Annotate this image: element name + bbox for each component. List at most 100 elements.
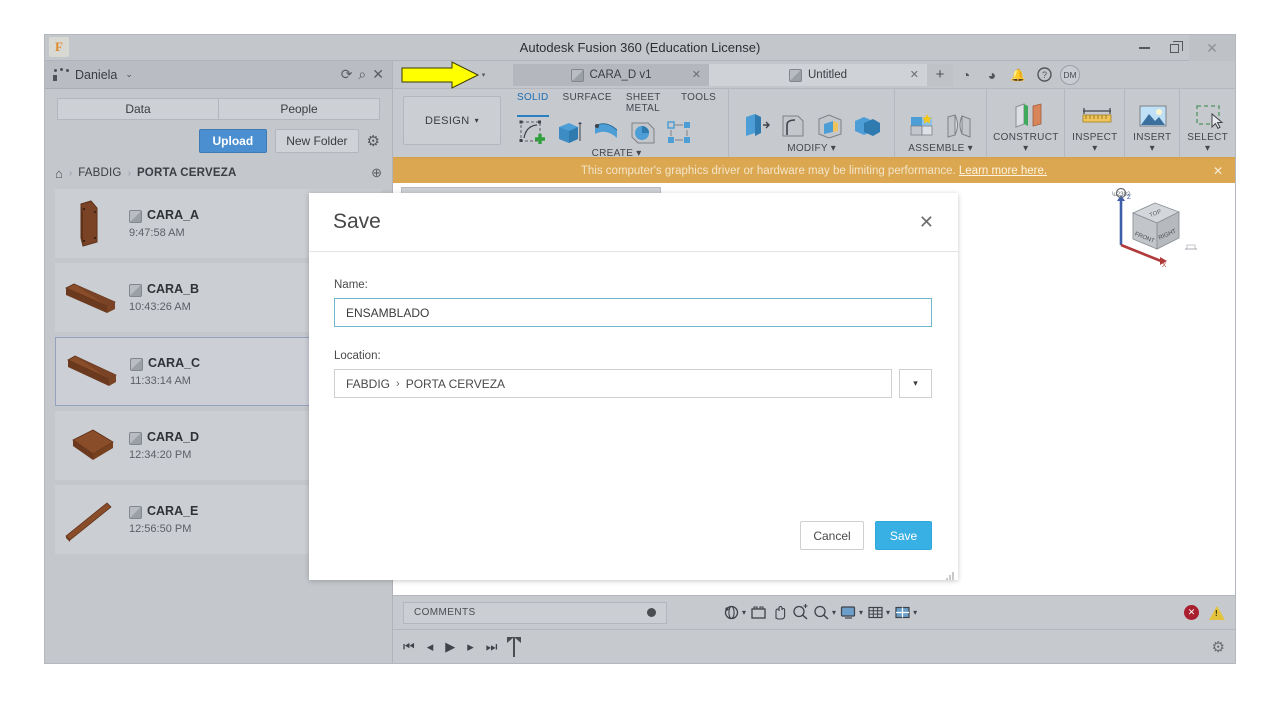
timeline-last-button[interactable]: ⏭ [486, 639, 498, 655]
close-icon[interactable]: ✕ [910, 68, 919, 81]
fillet-icon[interactable] [778, 111, 808, 141]
look-at-icon[interactable] [750, 604, 767, 621]
redo-button[interactable]: ↷ [456, 65, 478, 85]
timeline-prev-button[interactable]: ◂ [427, 639, 434, 655]
close-panel-icon[interactable]: ✕ [372, 66, 384, 83]
data-panel-settings-icon[interactable]: ⚙ [367, 132, 380, 150]
name-input[interactable] [334, 298, 932, 327]
display-settings-icon[interactable]: ▾ [840, 604, 863, 621]
error-badge-icon[interactable]: ✕ [1184, 605, 1199, 620]
maximize-button[interactable] [1159, 35, 1189, 61]
ribbon-group-label-modify[interactable]: MODIFY ▾ [735, 143, 888, 157]
orbit-icon[interactable]: ▾ [723, 604, 746, 621]
banner-learn-more-link[interactable]: Learn more here. [959, 165, 1047, 177]
avatar[interactable]: DM [1060, 64, 1080, 85]
joint-icon[interactable] [944, 111, 974, 141]
ribbon-group-label-insert[interactable]: INSERT ▾ [1131, 132, 1173, 157]
document-tab-label: Untitled [808, 68, 847, 81]
new-document-tab-button[interactable]: + [927, 63, 953, 86]
globe-icon[interactable]: ⊕ [371, 165, 382, 181]
location-input[interactable]: FABDIG › PORTA CERVEZA [334, 369, 892, 398]
job-status-icon[interactable]: ◔ [953, 64, 979, 86]
tab-tools[interactable]: TOOLS [681, 92, 716, 117]
ribbon-group-label-construct[interactable]: CONSTRUCT ▾ [993, 132, 1058, 157]
view-cube[interactable]: \u2302 Z X TOP FRONT RIGHT [1103, 187, 1203, 271]
help-icon[interactable]: ? [1031, 64, 1057, 86]
file-thumbnail [63, 198, 119, 250]
undo-button[interactable]: ↶ [423, 65, 445, 85]
tab-sheet-metal[interactable]: SHEET METAL [626, 92, 667, 117]
dialog-resize-handle[interactable] [946, 568, 955, 580]
insert-image-icon[interactable] [1137, 102, 1167, 132]
close-window-button[interactable]: ✕ [1189, 35, 1235, 61]
close-icon[interactable]: ✕ [692, 68, 701, 81]
save-button[interactable] [401, 65, 423, 85]
sweep-icon[interactable] [628, 118, 658, 148]
redo-dropdown-icon[interactable]: ▾ [478, 65, 489, 85]
timeline-settings-icon[interactable]: ⚙ [1212, 638, 1225, 656]
zoom-icon[interactable]: ▾ [813, 604, 836, 621]
close-icon[interactable]: ✕ [919, 212, 934, 233]
extrude-icon[interactable] [554, 118, 584, 148]
location-row: FABDIG › PORTA CERVEZA ▾ [334, 369, 933, 398]
save-button[interactable]: Save [875, 521, 932, 550]
revolve-icon[interactable] [591, 118, 621, 148]
pan-icon[interactable] [771, 604, 788, 621]
tab-data[interactable]: Data [57, 98, 219, 120]
upload-button[interactable]: Upload [198, 129, 268, 153]
file-title-row: CARA_D [129, 430, 199, 445]
create-icons [511, 118, 722, 148]
comments-panel[interactable]: COMMENTS [403, 601, 667, 624]
part-preview-c-icon [67, 355, 117, 386]
document-tab-untitled[interactable]: Untitled ✕ [709, 63, 927, 86]
select-window-icon[interactable] [1193, 102, 1223, 132]
cancel-button[interactable]: Cancel [800, 521, 864, 550]
tab-surface[interactable]: SURFACE [563, 92, 612, 117]
component-cube-icon [129, 209, 142, 223]
document-tab-label: CARA_D v1 [589, 68, 652, 81]
timeline-play-button[interactable]: ▶ [445, 639, 455, 655]
pattern-icon[interactable] [665, 118, 695, 148]
breadcrumb-item-folder[interactable]: PORTA CERVEZA [137, 167, 237, 179]
breadcrumb-item-project[interactable]: FABDIG [78, 167, 121, 179]
file-timestamp: 11:33:14 AM [130, 375, 191, 387]
viewports-icon[interactable]: ▾ [894, 604, 917, 621]
component-cube-icon [129, 505, 142, 519]
new-folder-button[interactable]: New Folder [275, 129, 359, 153]
document-tab-cara-d[interactable]: CARA_D v1 ✕ [513, 63, 709, 86]
location-dropdown-button[interactable]: ▾ [899, 369, 932, 398]
grid-and-snaps-icon[interactable]: ▾ [867, 604, 890, 621]
timeline-next-button[interactable]: ▸ [467, 639, 474, 655]
refresh-icon[interactable]: ⟳ [341, 66, 353, 83]
timeline-first-button[interactable]: ⏮ [403, 639, 415, 655]
file-timestamp: 12:56:50 PM [129, 523, 192, 535]
undo-dropdown-icon[interactable]: ▾ [445, 65, 456, 85]
workspace-selector[interactable]: DESIGN ▾ [403, 96, 501, 145]
warning-badge-icon[interactable] [1209, 605, 1225, 620]
search-icon[interactable]: ⌕ [358, 66, 366, 83]
current-user-label[interactable]: Daniela [75, 68, 117, 82]
ribbon-group-label-select[interactable]: SELECT ▾ [1186, 132, 1229, 157]
press-pull-icon[interactable] [741, 111, 771, 141]
save-dialog-footer: Cancel Save [800, 521, 932, 550]
measure-icon[interactable] [1080, 102, 1112, 132]
document-tab-bar: ↶ ▾ ↷ ▾ CARA_D v1 ✕ Untitled ✕ + ◔ ◕ 🔔 ?… [393, 61, 1235, 89]
ribbon-group-label-inspect[interactable]: INSPECT ▾ [1071, 132, 1118, 157]
combine-icon[interactable] [852, 111, 882, 141]
create-sketch-icon[interactable] [517, 118, 547, 148]
chevron-down-icon[interactable]: ⌄ [125, 69, 133, 80]
tab-solid[interactable]: SOLID [517, 92, 549, 117]
extensions-icon[interactable]: ◕ [979, 64, 1005, 86]
ribbon-group-label-assemble[interactable]: ASSEMBLE ▾ [901, 143, 980, 157]
offset-plane-icon[interactable] [1011, 102, 1042, 132]
location-project: FABDIG [346, 376, 391, 391]
new-component-icon[interactable] [907, 111, 937, 141]
tab-people[interactable]: People [219, 98, 380, 120]
shell-icon[interactable] [815, 111, 845, 141]
zoom-window-icon[interactable] [792, 604, 809, 621]
timeline-marker[interactable] [507, 636, 522, 657]
notification-bell-icon[interactable]: 🔔 [1005, 64, 1031, 86]
close-icon[interactable]: ✕ [1213, 164, 1223, 178]
minimize-button[interactable] [1129, 35, 1159, 61]
home-icon[interactable]: ⌂ [55, 166, 63, 181]
